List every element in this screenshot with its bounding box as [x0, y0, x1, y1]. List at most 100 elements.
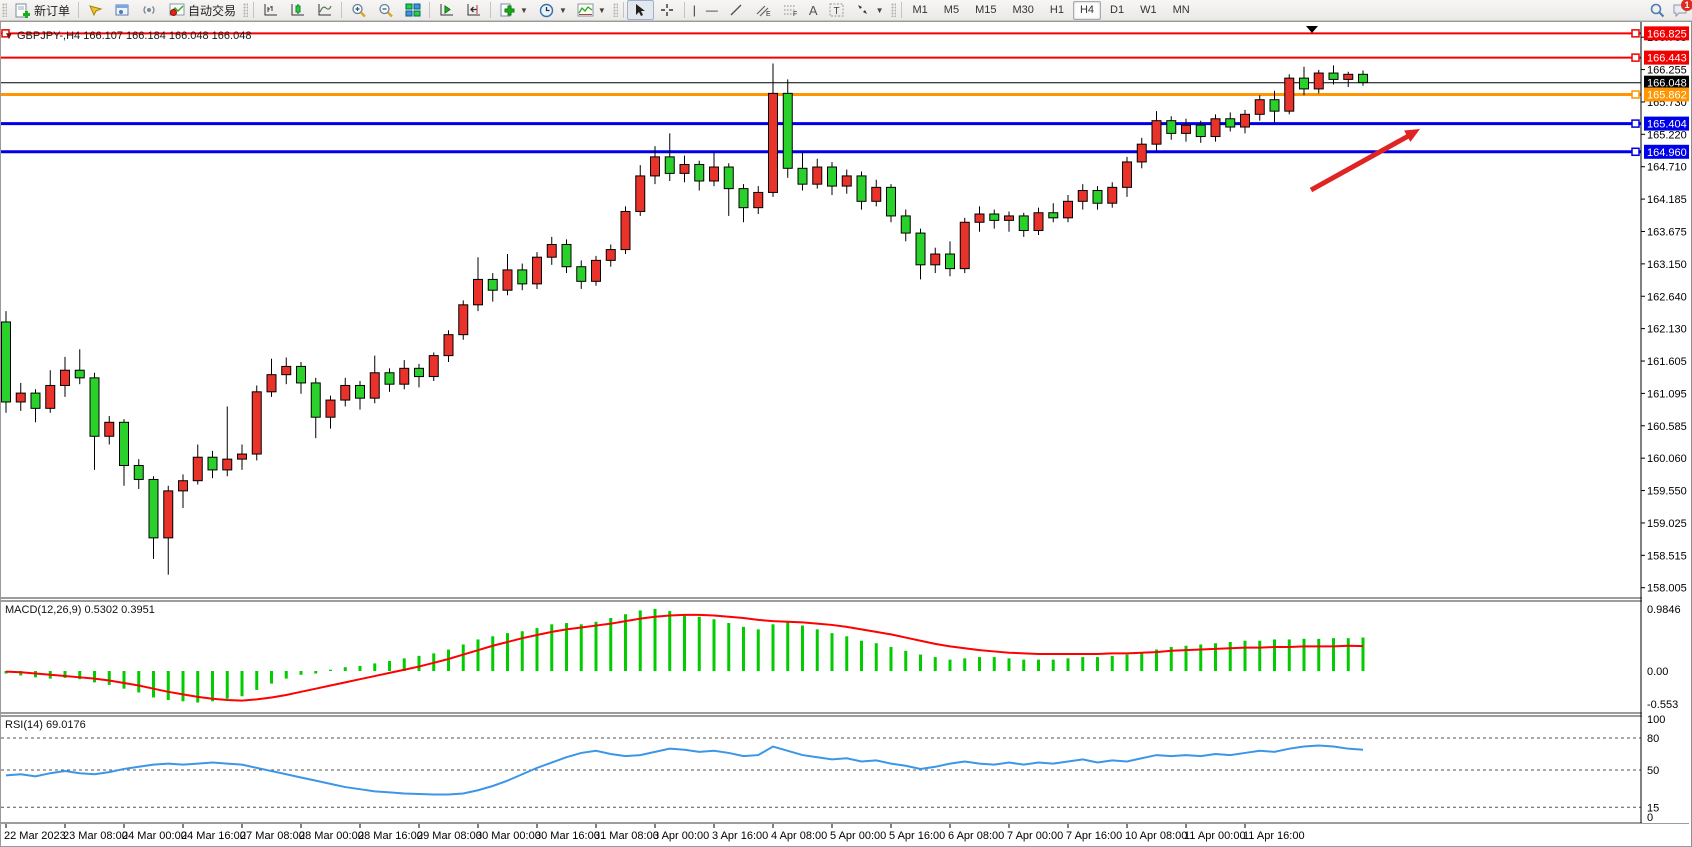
bull-candle: [1064, 201, 1073, 218]
toolbar-separator: [341, 2, 342, 18]
horizontal-level-lines[interactable]: [1, 33, 1641, 151]
channel-button[interactable]: E: [750, 0, 777, 20]
vertical-line-button[interactable]: |: [688, 0, 701, 20]
bull-candle: [1078, 191, 1087, 202]
chart-title-text: GBPJPY-,H4 166.107 166.184 166.048 166.0…: [17, 30, 251, 42]
chart-shift-button[interactable]: [460, 0, 487, 20]
text-label-button[interactable]: T: [823, 0, 850, 20]
date-label: 24 Mar 16:00: [181, 830, 246, 842]
date-label: 10 Apr 08:00: [1125, 830, 1187, 842]
bear-candle: [488, 279, 497, 290]
timeframe-M30[interactable]: M30: [1005, 1, 1040, 20]
timeframe-M15[interactable]: M15: [968, 1, 1003, 20]
tile-windows-button[interactable]: [399, 0, 426, 20]
navigator-icon: [141, 3, 158, 18]
timeframe-M1[interactable]: M1: [906, 1, 935, 20]
chart-area[interactable]: ▼GBPJPY-,H4 166.107 166.184 166.048 166.…: [0, 21, 1692, 847]
bull-candle: [1152, 121, 1161, 144]
bull-candle: [341, 385, 350, 400]
arrows-button[interactable]: ▼: [850, 0, 889, 20]
price-chart[interactable]: ▼GBPJPY-,H4 166.107 166.184 166.048 166.…: [1, 22, 1689, 844]
timeframe-D1[interactable]: D1: [1103, 1, 1131, 20]
date-label: 23 Mar 08:00: [63, 830, 128, 842]
fibonacci-button[interactable]: F: [777, 0, 804, 20]
bear-candle: [916, 233, 925, 265]
date-label: 27 Mar 08:00: [240, 830, 305, 842]
trendline-icon: [728, 3, 745, 18]
navigator-button[interactable]: [136, 0, 163, 20]
line-anchor[interactable]: [1632, 91, 1639, 98]
bear-candle: [901, 216, 910, 233]
new-order-icon: [14, 3, 31, 18]
zoom-in-button[interactable]: [345, 0, 372, 20]
time-marker-icon[interactable]: [1306, 26, 1318, 33]
text-button[interactable]: A: [804, 0, 823, 20]
symbol-dropdown-icon[interactable]: ▼: [4, 31, 14, 42]
price-tick-label: 161.095: [1647, 388, 1687, 400]
crosshair-button[interactable]: [654, 0, 681, 20]
toolbar-separator: [684, 2, 685, 18]
bear-candle: [577, 267, 586, 282]
bull-candle: [474, 279, 483, 304]
timeframe-MN[interactable]: MN: [1166, 1, 1197, 20]
bull-candle: [46, 385, 55, 408]
tile-windows-icon: [404, 3, 421, 18]
timeframe-M5[interactable]: M5: [937, 1, 966, 20]
toolbar-grip: [243, 3, 248, 17]
bull-candle: [872, 187, 881, 201]
new-order-button[interactable]: 新订单: [9, 0, 75, 20]
price-tag-label: 166.825: [1647, 28, 1687, 40]
price-tick-label: 162.640: [1647, 291, 1687, 303]
bull-candle: [459, 305, 468, 335]
bear-candle: [75, 370, 84, 378]
timeframe-H4[interactable]: H4: [1073, 1, 1101, 20]
price-tick-label: 163.675: [1647, 226, 1687, 238]
data-window-button[interactable]: [109, 0, 136, 20]
periods-button[interactable]: ▼: [533, 0, 572, 20]
indicators-button[interactable]: ▼: [494, 0, 533, 20]
cursor-button[interactable]: [627, 0, 654, 20]
price-tick-label: 159.025: [1647, 518, 1687, 530]
trend-arrow[interactable]: [1311, 129, 1420, 190]
horizontal-line-button[interactable]: —: [701, 0, 723, 20]
bar-chart-icon: [262, 3, 279, 18]
bull-candle: [621, 211, 630, 249]
auto-scroll-button[interactable]: [433, 0, 460, 20]
trend-arrow-line[interactable]: [1311, 134, 1412, 190]
crosshair-icon: [659, 3, 676, 18]
line-anchors: [2, 30, 1639, 155]
price-tick-label: 164.710: [1647, 162, 1687, 174]
line-anchor[interactable]: [1632, 148, 1639, 155]
bull-candle: [326, 400, 335, 417]
zoom-out-button[interactable]: [372, 0, 399, 20]
line-anchor[interactable]: [1632, 30, 1639, 37]
bar-chart-button[interactable]: [257, 0, 284, 20]
search-icon[interactable]: [1648, 3, 1665, 18]
zoom-in-icon: [350, 3, 367, 18]
timeframe-H1[interactable]: H1: [1043, 1, 1071, 20]
chat-icon[interactable]: 1: [1671, 3, 1688, 18]
market-watch-button[interactable]: [82, 0, 109, 20]
line-anchor[interactable]: [1632, 120, 1639, 127]
chart-shift-icon: [465, 3, 482, 18]
autotrade-button[interactable]: 自动交易: [163, 0, 241, 20]
arrows-icon: [855, 3, 872, 18]
timeframe-W1[interactable]: W1: [1133, 1, 1164, 20]
bull-candle: [238, 454, 247, 459]
bear-candle: [385, 373, 394, 384]
bear-candle: [415, 368, 424, 376]
price-tick-label: 165.220: [1647, 129, 1687, 141]
bull-candle: [503, 270, 512, 290]
chevron-down-icon: ▼: [598, 6, 606, 15]
toolbar-grip: [613, 3, 618, 17]
price-axis: 166.765166.255165.730165.220164.710164.1…: [1641, 22, 1689, 824]
candlestick-chart-button[interactable]: [284, 0, 311, 20]
svg-text:F: F: [793, 11, 797, 17]
bear-candle: [828, 167, 837, 186]
line-anchor[interactable]: [1632, 54, 1639, 61]
bull-candle: [592, 260, 601, 281]
trendline-button[interactable]: [723, 0, 750, 20]
bear-candle: [149, 479, 158, 537]
template-button[interactable]: ▼: [572, 0, 611, 20]
line-chart-button[interactable]: [311, 0, 338, 20]
